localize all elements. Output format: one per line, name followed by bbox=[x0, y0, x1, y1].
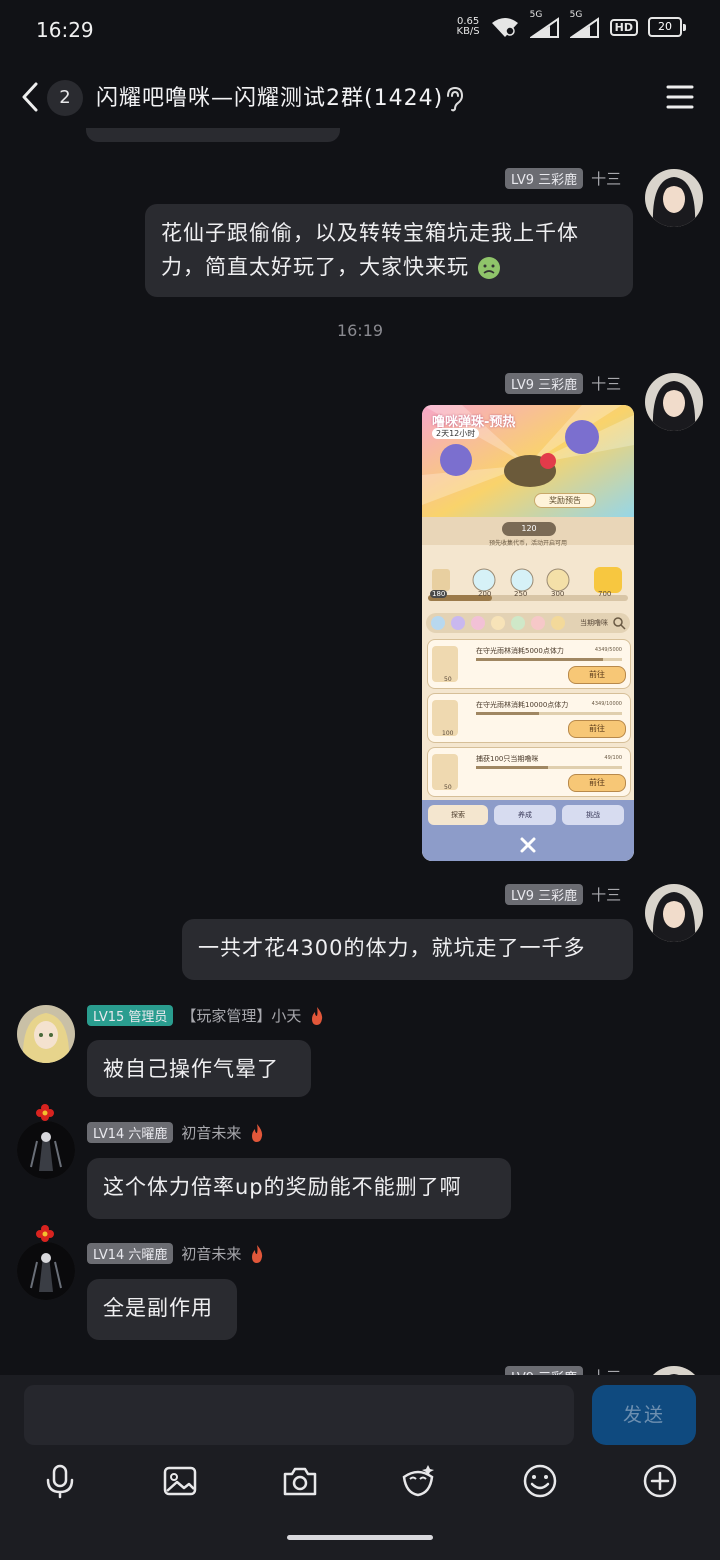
chat-header: 2 闪耀吧噜咪—闪耀测试2群(1424) bbox=[0, 66, 720, 128]
lumi-tab-row: 当期噜咪 bbox=[426, 613, 630, 633]
close-icon bbox=[520, 837, 536, 853]
nauseated-face-emoji-icon bbox=[477, 257, 500, 279]
coin-count: 120 bbox=[502, 522, 556, 536]
unread-count-badge[interactable]: 2 bbox=[47, 80, 83, 116]
status-icons: 0.65 KB/S 5G 5G HD 20 bbox=[456, 10, 686, 38]
level-badge: LV9 三彩鹿 bbox=[505, 884, 584, 905]
plus-icon[interactable] bbox=[642, 1463, 678, 1499]
flame-icon bbox=[252, 1123, 263, 1142]
battery-icon: 20 bbox=[648, 17, 686, 37]
sender-name[interactable]: 十三 bbox=[591, 373, 621, 394]
ear-icon[interactable] bbox=[442, 86, 466, 112]
level-badge: LV9 三彩鹿 bbox=[505, 1366, 584, 1375]
sender-name[interactable]: 十三 bbox=[591, 884, 621, 905]
cell-signal-icon-2: 5G bbox=[569, 10, 600, 38]
level-badge: LV14 六曜鹿 bbox=[87, 1122, 174, 1143]
clock: 16:29 bbox=[36, 18, 94, 42]
avatar[interactable] bbox=[645, 1366, 703, 1375]
message-bubble[interactable]: 一共才花4300的体力，就坑走了一千多 bbox=[182, 919, 633, 980]
microphone-icon[interactable] bbox=[42, 1463, 78, 1499]
message-list[interactable]: LV9 三彩鹿 十三 花仙子跟偷偷，以及转转宝箱坑走我上千体力，简直太好玩了，大… bbox=[0, 128, 720, 1375]
sender-name[interactable]: 十三 bbox=[591, 1366, 621, 1375]
flame-icon bbox=[312, 1006, 323, 1025]
back-arrow-icon[interactable] bbox=[16, 80, 46, 114]
sender-name[interactable]: 十三 bbox=[591, 168, 621, 189]
avatar[interactable] bbox=[17, 1005, 75, 1063]
chat-title[interactable]: 闪耀吧噜咪—闪耀测试2群(1424) bbox=[96, 80, 443, 112]
sender-meta: LV9 三彩鹿 十三 bbox=[505, 1366, 621, 1375]
flame-icon bbox=[252, 1244, 263, 1263]
message-bubble[interactable]: 被自己操作气晕了 bbox=[87, 1040, 311, 1097]
previous-bubble bbox=[86, 128, 340, 142]
sticker-icon[interactable] bbox=[400, 1463, 436, 1499]
task-card: 100 在守光雨林消耗10000点体力 4349/10000 前往 bbox=[427, 693, 631, 743]
sender-name[interactable]: 【玩家管理】小天 bbox=[181, 1005, 301, 1026]
game-screenshot-image[interactable]: 噜咪弹珠-预热 2天12小时 奖励预告 120 预先收集代币，活动开启可用 18… bbox=[422, 405, 634, 861]
wifi-icon bbox=[490, 16, 520, 38]
search-icon bbox=[613, 617, 626, 630]
cell-signal-icon: 5G bbox=[529, 10, 560, 38]
timestamp: 16:19 bbox=[336, 321, 384, 340]
avatar[interactable] bbox=[645, 373, 703, 431]
avatar[interactable] bbox=[645, 169, 703, 227]
network-speed: 0.65 KB/S bbox=[456, 16, 480, 37]
flower-icon bbox=[36, 1225, 54, 1242]
sender-meta: LV9 三彩鹿 十三 bbox=[505, 373, 621, 394]
message-bubble[interactable]: 花仙子跟偷偷，以及转转宝箱坑走我上千体力，简直太好玩了，大家快来玩 bbox=[145, 204, 633, 297]
sender-meta: LV15 管理员 【玩家管理】小天 bbox=[87, 1005, 325, 1026]
coin-hint: 预先收集代币，活动开启可用 bbox=[488, 540, 567, 547]
input-area: 发送 bbox=[0, 1375, 720, 1560]
hd-icon: HD bbox=[609, 18, 638, 36]
menu-icon[interactable] bbox=[666, 84, 694, 110]
reward-preview-button: 奖励预告 bbox=[534, 493, 596, 508]
avatar[interactable] bbox=[645, 884, 703, 942]
flower-icon bbox=[36, 1104, 54, 1121]
status-bar: 16:29 0.65 KB/S 5G 5G HD 20 bbox=[0, 0, 720, 60]
task-card: 50 捕获100只当期噜咪 49/100 前往 bbox=[427, 747, 631, 797]
avatar[interactable] bbox=[17, 1121, 75, 1179]
sender-meta: LV9 三彩鹿 十三 bbox=[505, 168, 621, 189]
sender-name[interactable]: 初音未来 bbox=[181, 1122, 241, 1143]
task-card: 50 在守光雨林消耗5000点体力 4349/5000 前往 bbox=[427, 639, 631, 689]
avatar[interactable] bbox=[17, 1242, 75, 1300]
emoji-icon[interactable] bbox=[522, 1463, 558, 1499]
sender-meta: LV14 六曜鹿 初音未来 bbox=[87, 1122, 265, 1143]
sender-meta: LV9 三彩鹿 十三 bbox=[505, 884, 621, 905]
milestone-icons bbox=[430, 565, 626, 593]
level-badge: LV9 三彩鹿 bbox=[505, 373, 584, 394]
level-badge: LV15 管理员 bbox=[87, 1005, 174, 1026]
level-badge: LV9 三彩鹿 bbox=[505, 168, 584, 189]
message-bubble[interactable]: 全是副作用 bbox=[87, 1279, 237, 1340]
level-badge: LV14 六曜鹿 bbox=[87, 1243, 174, 1264]
image-icon[interactable] bbox=[162, 1463, 198, 1499]
message-input[interactable] bbox=[24, 1385, 574, 1445]
game-timer: 2天12小时 bbox=[432, 428, 480, 439]
sender-meta: LV14 六曜鹿 初音未来 bbox=[87, 1243, 265, 1264]
sender-name[interactable]: 初音未来 bbox=[181, 1243, 241, 1264]
message-bubble[interactable]: 这个体力倍率up的奖励能不能删了啊 bbox=[87, 1158, 511, 1219]
home-indicator[interactable] bbox=[287, 1535, 433, 1540]
send-button[interactable]: 发送 bbox=[592, 1385, 696, 1445]
camera-icon[interactable] bbox=[282, 1463, 318, 1499]
